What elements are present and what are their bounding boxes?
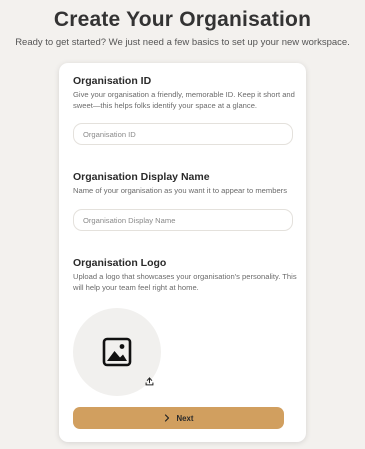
display-name-label: Organisation Display Name [73, 171, 210, 183]
org-id-label: Organisation ID [73, 75, 152, 87]
logo-label: Organisation Logo [73, 257, 167, 269]
next-button-label: Next [176, 413, 194, 423]
next-button[interactable]: Next [73, 407, 284, 429]
chevron-right-icon [164, 414, 169, 422]
display-name-description: Name of your organisation as you want it… [73, 186, 288, 195]
display-name-input[interactable] [73, 209, 293, 231]
organisation-form-card: Organisation ID Give your organisation a… [59, 63, 306, 442]
upload-icon[interactable] [145, 377, 154, 386]
logo-description: Upload a logo that showcases your organi… [73, 272, 297, 292]
org-id-input[interactable] [73, 123, 293, 145]
page-title: Create Your Organisation [53, 8, 312, 31]
org-id-description: Give your organisation a friendly, memor… [73, 90, 295, 110]
create-organisation-page: Create Your Organisation Ready to get st… [0, 0, 365, 449]
image-icon [102, 337, 132, 367]
page-subtitle: Ready to get started? We just need a few… [15, 37, 350, 48]
